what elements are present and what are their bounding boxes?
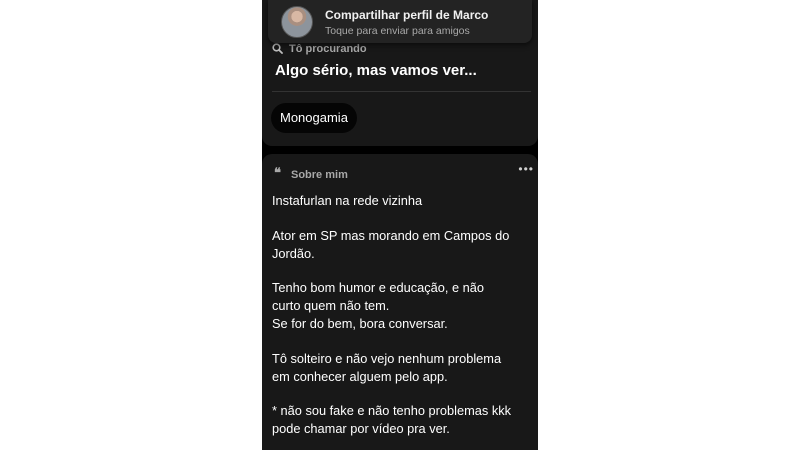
looking-for-header: Tô procurando bbox=[272, 43, 367, 55]
about-me-card: ❝ Sobre mim ••• Instafurlan na rede vizi… bbox=[262, 154, 538, 450]
about-me-label: Sobre mim bbox=[291, 169, 348, 181]
bio-paragraph: Ator em SP mas morando em Campos do Jord… bbox=[272, 227, 510, 261]
relationship-type-chip: Monogamia bbox=[271, 103, 357, 133]
share-profile-banner[interactable]: Compartilhar perfil de Marco Toque para … bbox=[268, 0, 532, 43]
bio-text: Instafurlan na rede vizinha Ator em SP m… bbox=[272, 192, 534, 450]
looking-for-label: Tô procurando bbox=[289, 43, 367, 55]
bio-paragraph: Tenho bom humor e educação, e não curto … bbox=[272, 280, 485, 331]
avatar bbox=[281, 6, 313, 38]
looking-for-value: Algo sério, mas vamos ver... bbox=[275, 62, 477, 79]
more-options-icon[interactable]: ••• bbox=[518, 162, 534, 176]
phone-screen: Tô procurando Algo sério, mas vamos ver.… bbox=[262, 0, 538, 450]
bio-paragraph: Instafurlan na rede vizinha bbox=[272, 193, 423, 208]
bio-paragraph: Tô solteiro e não vejo nenhum problema e… bbox=[272, 350, 502, 384]
divider bbox=[272, 91, 531, 92]
search-icon bbox=[272, 43, 283, 54]
share-subtitle: Toque para enviar para amigos bbox=[325, 25, 470, 37]
share-title: Compartilhar perfil de Marco bbox=[325, 8, 489, 22]
bio-paragraph: * não sou fake e não tenho problemas kkk… bbox=[272, 403, 512, 437]
quote-icon: ❝ bbox=[274, 165, 281, 180]
